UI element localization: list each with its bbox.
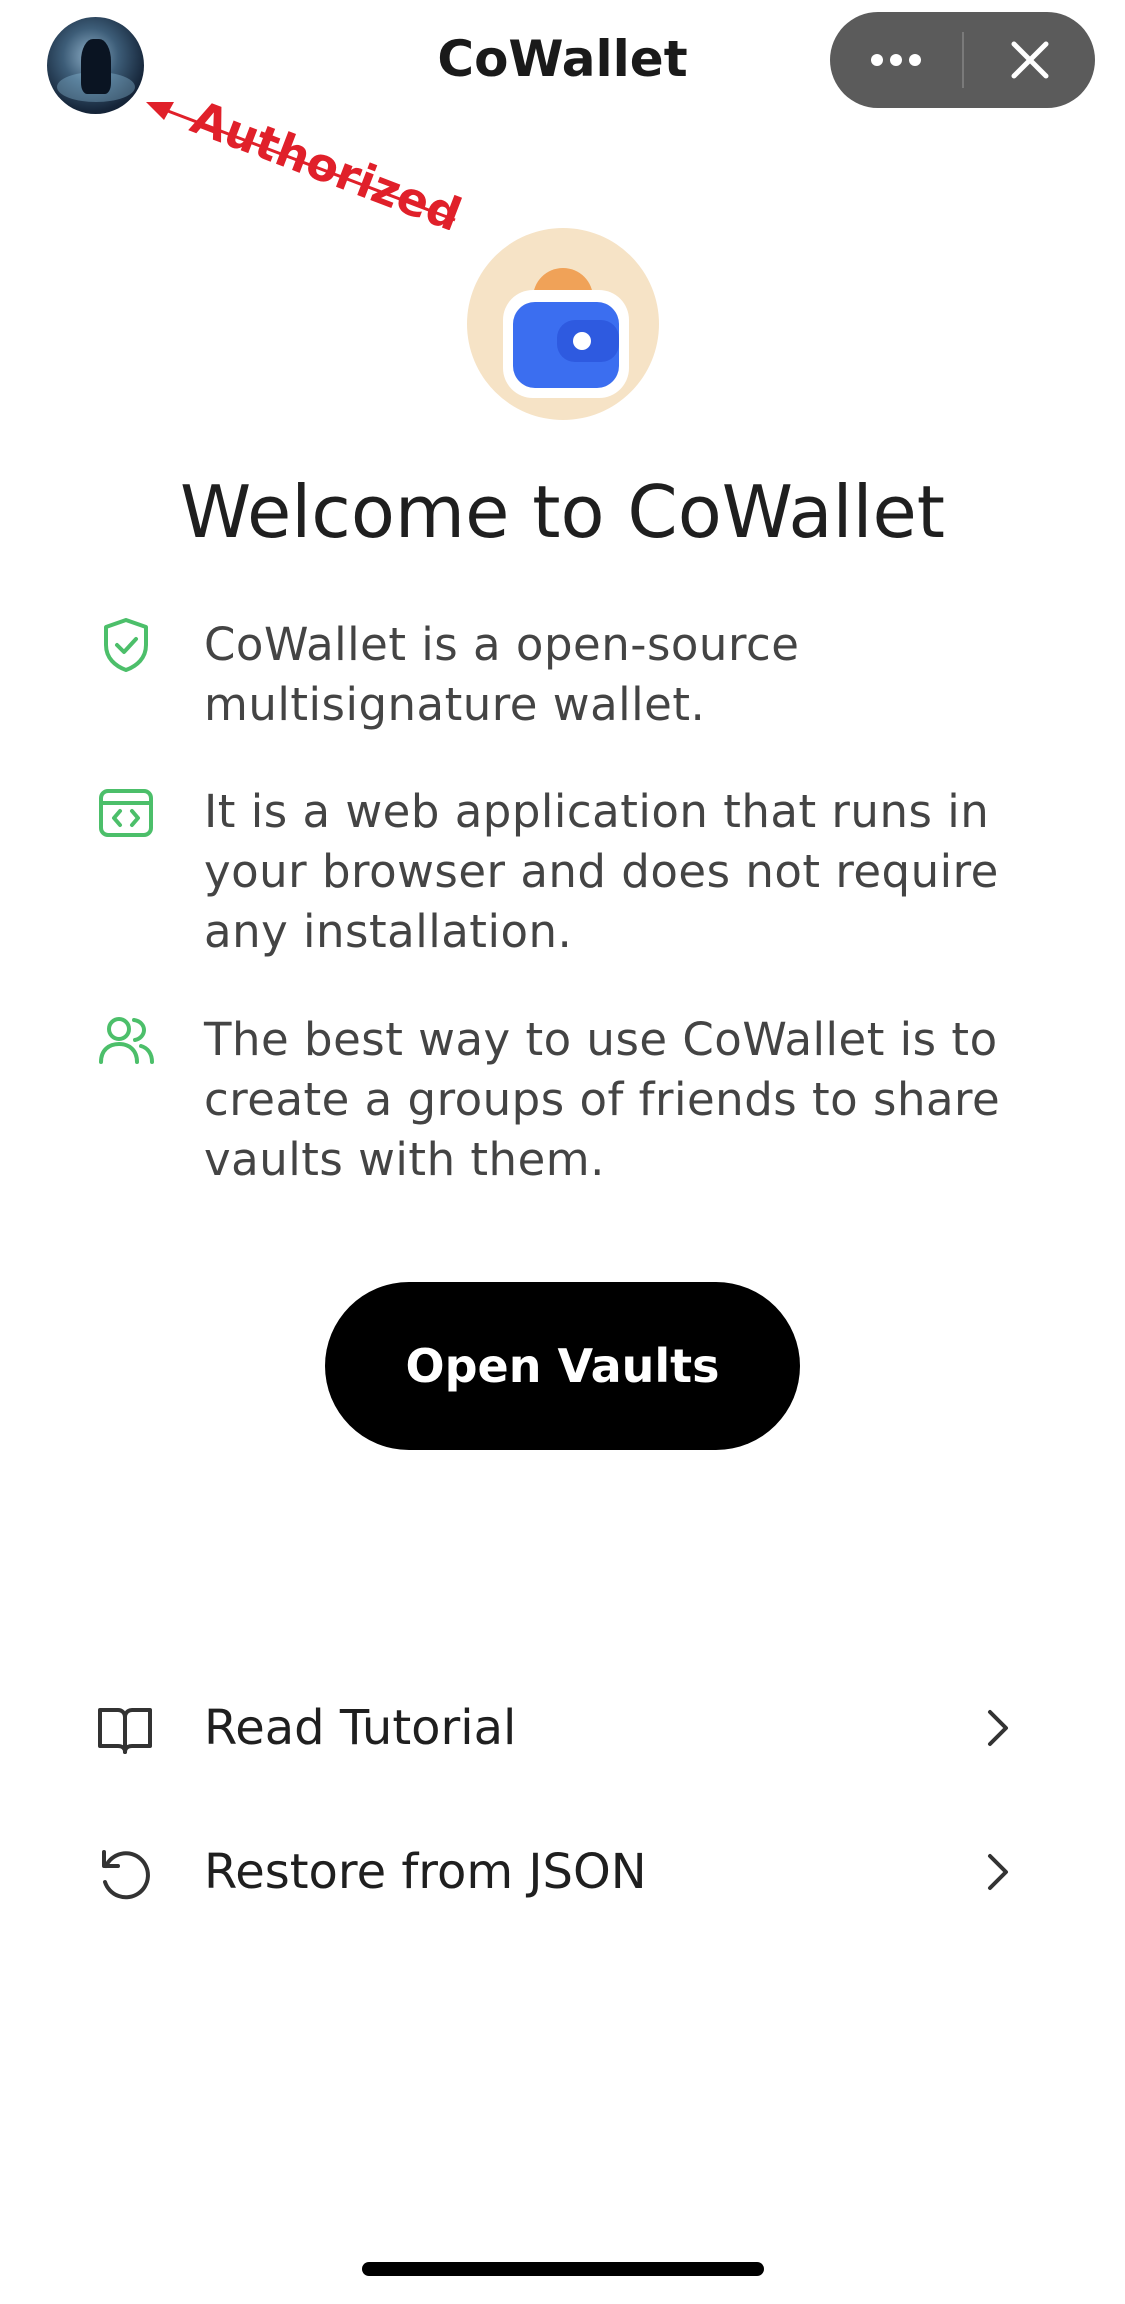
feature-text: It is a web application that runs in you…: [204, 785, 999, 958]
authorized-annotation: Authorized: [146, 90, 469, 230]
restore-icon: [96, 1844, 154, 1902]
open-vaults-button[interactable]: Open Vaults: [325, 1282, 800, 1450]
home-indicator: [362, 2262, 764, 2276]
feature-text: The best way to use CoWallet is to creat…: [204, 1013, 1001, 1186]
book-icon: [96, 1700, 154, 1758]
more-dots-icon[interactable]: [830, 12, 962, 108]
chevron-right-icon: [978, 1846, 1018, 1898]
welcome-title: Welcome to CoWallet: [180, 470, 945, 554]
chevron-right-icon: [978, 1702, 1018, 1754]
shield-check-icon: [96, 615, 156, 675]
menu-item-restore-json[interactable]: Restore from JSON: [0, 1822, 1125, 1922]
wallet-logo-icon: [467, 228, 659, 420]
browser-code-icon: [96, 782, 156, 842]
close-icon[interactable]: [964, 12, 1095, 108]
users-icon: [96, 1010, 156, 1070]
mini-program-capsule: [830, 12, 1095, 108]
menu-item-label: Restore from JSON: [204, 1844, 647, 1900]
menu-item-read-tutorial[interactable]: Read Tutorial: [0, 1678, 1125, 1778]
feature-text: CoWallet is a open-source multisignature…: [204, 618, 800, 731]
menu-item-label: Read Tutorial: [204, 1700, 517, 1756]
annotation-text: Authorized: [184, 90, 469, 230]
